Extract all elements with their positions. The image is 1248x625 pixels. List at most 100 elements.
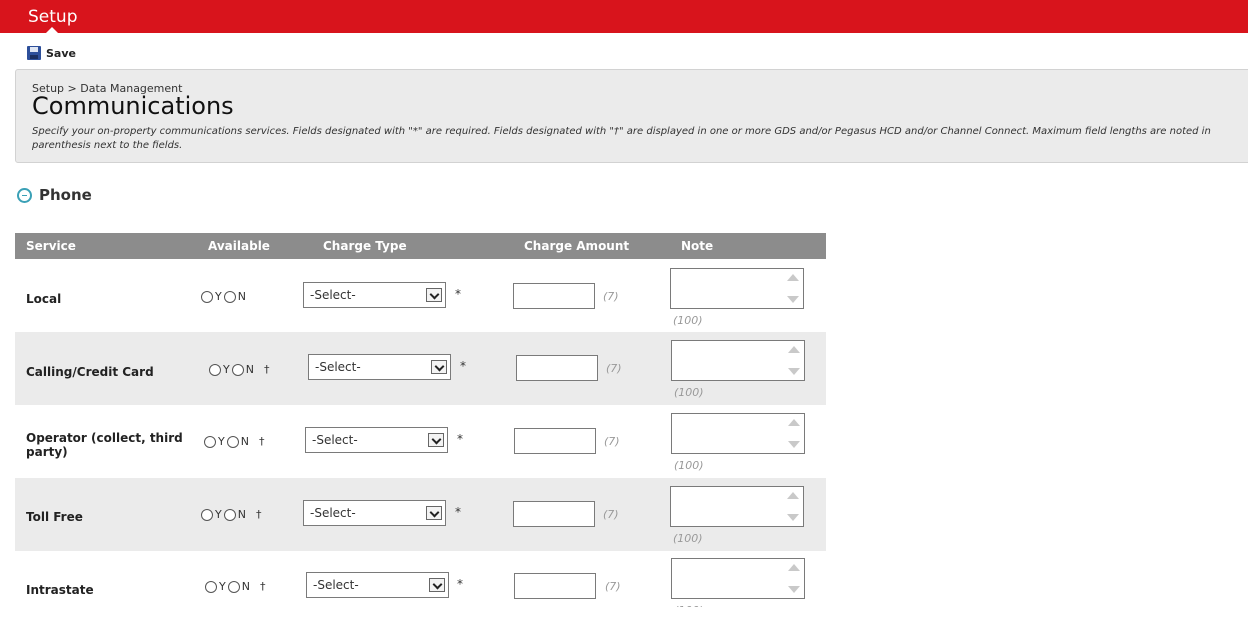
service-name: Calling/Credit Card — [26, 365, 154, 379]
scroll-up-icon[interactable] — [787, 274, 799, 281]
note-length-hint: (100) — [674, 604, 704, 607]
scroll-up-icon[interactable] — [788, 419, 800, 426]
no-label: N — [240, 435, 249, 448]
available-yes-radio[interactable] — [209, 363, 221, 376]
no-label: N — [237, 508, 246, 521]
save-button[interactable]: Save — [27, 44, 76, 62]
service-name: Intrastate — [26, 583, 94, 597]
required-mark: * — [455, 505, 461, 519]
service-name: Local — [26, 292, 62, 306]
available-yes-radio[interactable] — [201, 508, 213, 521]
available-no-radio[interactable] — [227, 580, 240, 593]
scroll-down-icon[interactable] — [788, 586, 800, 593]
table-row: Local Y N -Select- * (7) (100) — [15, 259, 826, 332]
gds-dagger: † — [263, 363, 270, 376]
scroll-down-icon[interactable] — [788, 368, 800, 375]
charge-amount-input[interactable] — [513, 501, 595, 527]
amount-length-hint: (7) — [603, 290, 619, 303]
section-title: Phone — [39, 186, 92, 204]
yes-label: Y — [215, 508, 222, 521]
available-no-radio[interactable] — [223, 290, 236, 303]
required-mark: * — [457, 577, 463, 591]
table-row: Operator (collect, third party) Y N † -S… — [15, 405, 826, 478]
amount-length-hint: (7) — [606, 362, 622, 375]
note-textarea[interactable] — [670, 486, 804, 527]
yes-label: Y — [215, 290, 222, 303]
column-header-note: Note — [681, 239, 714, 253]
no-label: N — [245, 363, 254, 376]
chevron-down-icon — [426, 288, 442, 302]
available-yes-radio[interactable] — [205, 580, 217, 593]
scroll-down-icon[interactable] — [788, 441, 800, 448]
charge-type-select[interactable]: -Select- — [305, 427, 448, 453]
charge-type-select[interactable]: -Select- — [303, 282, 446, 308]
column-header-available: Available — [208, 239, 270, 253]
select-value: -Select- — [310, 288, 356, 302]
select-value: -Select- — [315, 360, 361, 374]
save-icon — [27, 46, 41, 60]
note-length-hint: (100) — [673, 314, 703, 327]
save-label: Save — [46, 46, 76, 60]
note-textarea[interactable] — [671, 340, 805, 381]
chevron-down-icon — [431, 360, 447, 374]
available-no-radio[interactable] — [231, 363, 244, 376]
note-length-hint: (100) — [674, 459, 704, 472]
note-length-hint: (100) — [674, 386, 704, 399]
collapse-icon[interactable] — [17, 187, 32, 203]
availability-radios: Y N — [201, 290, 248, 303]
gds-dagger: † — [259, 580, 266, 593]
amount-length-hint: (7) — [603, 508, 619, 521]
note-length-hint: (100) — [673, 532, 703, 545]
select-value: -Select- — [310, 506, 356, 520]
amount-length-hint: (7) — [604, 435, 620, 448]
availability-radios: Y N † — [205, 580, 265, 593]
top-bar: Setup — [0, 0, 1248, 33]
table-row: Intrastate Y N † -Select- * (7) (100) — [15, 551, 826, 607]
charge-amount-input[interactable] — [516, 355, 598, 381]
charge-type-select[interactable]: -Select- — [308, 354, 451, 380]
note-textarea[interactable] — [670, 268, 804, 309]
page-description: Specify your on-property communications … — [32, 126, 1211, 151]
note-textarea[interactable] — [671, 413, 805, 454]
table-row: Toll Free Y N † -Select- * (7) (100) — [15, 478, 826, 551]
availability-radios: Y N † — [209, 363, 269, 376]
available-yes-radio[interactable] — [201, 290, 213, 303]
scroll-up-icon[interactable] — [788, 346, 800, 353]
scroll-down-icon[interactable] — [787, 296, 799, 303]
note-textarea[interactable] — [671, 558, 805, 599]
column-header-charge-type: Charge Type — [323, 239, 407, 253]
section-toggle-phone[interactable]: Phone — [17, 186, 92, 204]
available-no-radio[interactable] — [226, 435, 239, 448]
available-no-radio[interactable] — [223, 508, 236, 521]
required-mark: * — [455, 287, 461, 301]
scroll-up-icon[interactable] — [788, 564, 800, 571]
charge-amount-input[interactable] — [513, 283, 595, 309]
required-mark: * — [457, 432, 463, 446]
charge-amount-input[interactable] — [514, 573, 596, 599]
availability-radios: Y N † — [201, 508, 261, 521]
yes-label: Y — [219, 580, 226, 593]
app-title: Setup — [28, 7, 78, 27]
scroll-down-icon[interactable] — [787, 514, 799, 521]
yes-label: Y — [223, 363, 230, 376]
available-yes-radio[interactable] — [204, 435, 216, 448]
charge-amount-input[interactable] — [514, 428, 596, 454]
gds-dagger: † — [258, 435, 265, 448]
charge-type-select[interactable]: -Select- — [303, 500, 446, 526]
column-header-service: Service — [26, 239, 76, 253]
yes-label: Y — [218, 435, 225, 448]
gds-dagger: † — [255, 508, 262, 521]
amount-length-hint: (7) — [605, 580, 621, 593]
select-value: -Select- — [312, 433, 358, 447]
no-label: N — [237, 290, 246, 303]
table-row: Calling/Credit Card Y N † -Select- * (7)… — [15, 332, 826, 405]
no-label: N — [241, 580, 250, 593]
chevron-down-icon — [426, 506, 442, 520]
required-mark: * — [460, 359, 466, 373]
select-value: -Select- — [313, 578, 359, 592]
column-header-charge-amount: Charge Amount — [524, 239, 630, 253]
active-tab-indicator — [46, 27, 58, 33]
chevron-down-icon — [428, 433, 444, 447]
scroll-up-icon[interactable] — [787, 492, 799, 499]
charge-type-select[interactable]: -Select- — [306, 572, 449, 598]
